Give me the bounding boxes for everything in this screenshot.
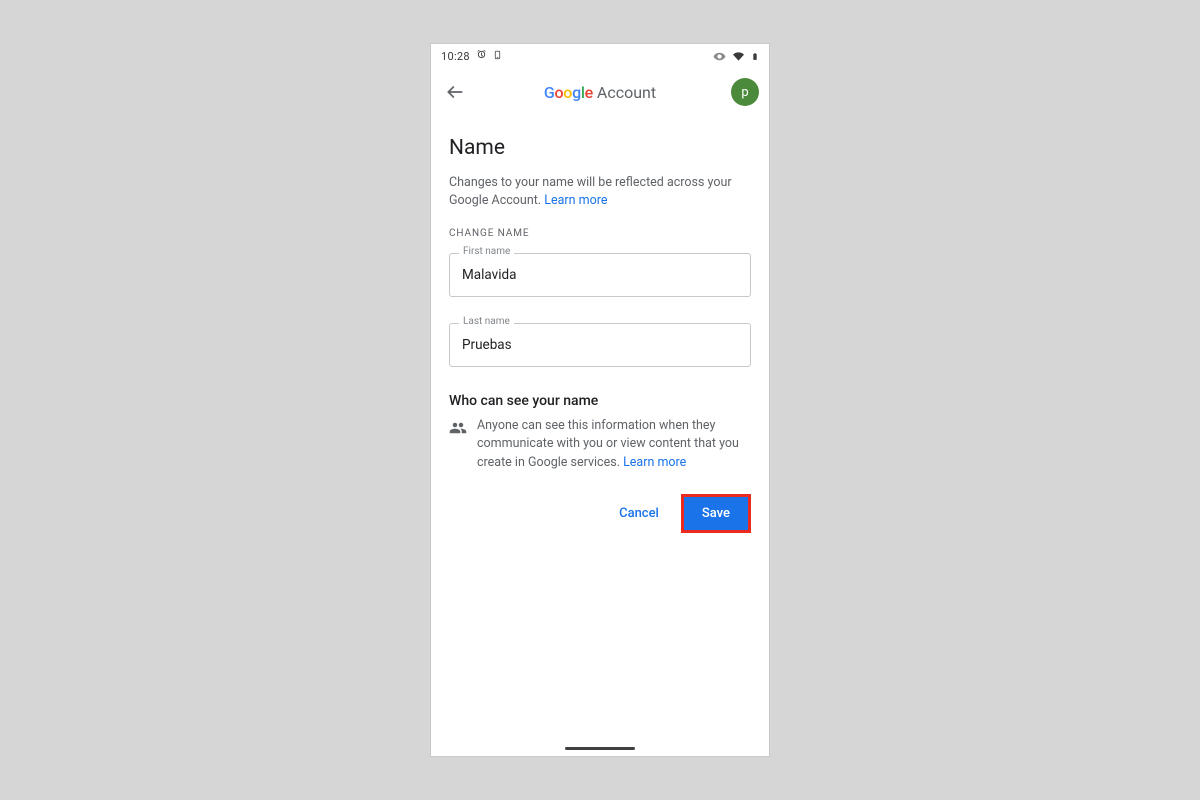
save-button[interactable]: Save	[684, 497, 748, 530]
visibility-body: Anyone can see this information when the…	[477, 418, 739, 469]
phone-frame: 10:28 Google	[431, 44, 769, 756]
visibility-row: Anyone can see this information when the…	[449, 417, 751, 471]
visibility-text: Anyone can see this information when the…	[477, 417, 751, 471]
learn-more-link[interactable]: Learn more	[544, 193, 607, 208]
app-title: Google Account	[431, 83, 769, 102]
content-area: Name Changes to your name will be reflec…	[431, 116, 769, 533]
first-name-field-wrap: First name	[449, 253, 751, 297]
device-icon	[493, 49, 502, 64]
first-name-label: First name	[459, 246, 514, 257]
home-indicator[interactable]	[565, 747, 635, 750]
action-row: Cancel Save	[449, 494, 751, 533]
google-logo: Google	[544, 83, 593, 102]
battery-icon	[751, 50, 759, 63]
cancel-button[interactable]: Cancel	[613, 498, 665, 529]
back-button[interactable]	[441, 78, 469, 106]
status-bar: 10:28	[431, 44, 769, 68]
last-name-field-wrap: Last name	[449, 323, 751, 367]
wifi-icon	[732, 51, 745, 62]
alarm-icon	[476, 49, 487, 63]
last-name-label: Last name	[459, 316, 514, 327]
section-label: CHANGE NAME	[449, 228, 751, 239]
helper-text: Changes to your name will be reflected a…	[449, 174, 751, 210]
status-time: 10:28	[441, 50, 470, 63]
visibility-learn-more-link[interactable]: Learn more	[623, 455, 686, 470]
avatar[interactable]: p	[731, 78, 759, 106]
account-label: Account	[597, 83, 656, 102]
page-title: Name	[449, 136, 751, 160]
visibility-heading: Who can see your name	[449, 393, 751, 409]
save-highlight: Save	[681, 494, 751, 533]
avatar-initial: p	[741, 85, 748, 100]
eye-icon	[713, 50, 726, 63]
people-icon	[449, 419, 467, 471]
last-name-input[interactable]	[449, 323, 751, 367]
app-bar: Google Account p	[431, 68, 769, 116]
first-name-input[interactable]	[449, 253, 751, 297]
